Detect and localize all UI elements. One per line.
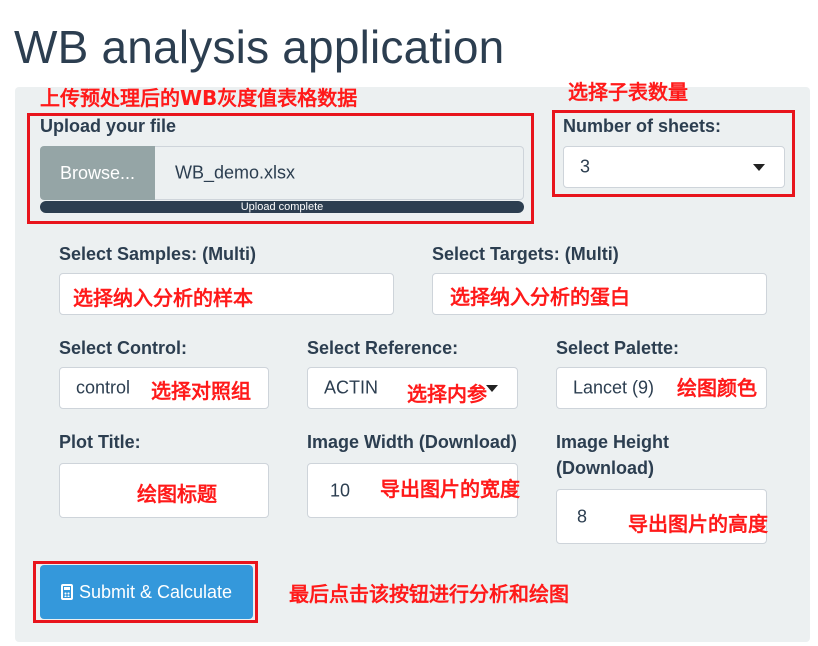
- plot-title-label: Plot Title:: [59, 432, 141, 452]
- sheets-annotation: 选择子表数量: [568, 80, 688, 104]
- upload-label: Upload your file: [40, 116, 177, 136]
- reference-label: Select Reference:: [307, 338, 459, 358]
- submit-calculate-button[interactable]: Submit & Calculate: [40, 565, 253, 619]
- control-label: Select Control:: [59, 338, 188, 358]
- reference-value: ACTIN: [324, 377, 378, 398]
- palette-value: Lancet (9): [573, 377, 655, 398]
- file-name-field: WB_demo.xlsx: [155, 146, 524, 200]
- chevron-down-icon: [753, 164, 765, 171]
- targets-annotation: 选择纳入分析的蛋白: [450, 285, 630, 309]
- chevron-down-icon: [486, 385, 498, 392]
- control-annotation: 选择对照组: [151, 379, 251, 403]
- submit-label: Submit & Calculate: [78, 581, 233, 602]
- sheets-select[interactable]: 3: [563, 146, 785, 188]
- samples-annotation: 选择纳入分析的样本: [73, 286, 253, 310]
- samples-label: Select Samples: (Multi): [59, 244, 257, 264]
- image-width-label: Image Width (Download): [307, 432, 517, 452]
- upload-annotation: 上传预处理后的WB灰度值表格数据: [40, 86, 358, 110]
- sheets-value: 3: [580, 156, 591, 177]
- palette-label: Select Palette:: [556, 338, 680, 358]
- file-name-text: WB_demo.xlsx: [175, 162, 296, 183]
- image-width-annotation: 导出图片的宽度: [380, 477, 520, 501]
- palette-annotation: 绘图颜色: [677, 376, 757, 400]
- sheets-label: Number of sheets:: [563, 116, 722, 136]
- reference-annotation: 选择内参: [407, 382, 487, 406]
- browse-button[interactable]: Browse...: [40, 146, 155, 200]
- calculator-icon: [60, 584, 73, 600]
- control-value: control: [76, 377, 131, 398]
- page-title: WB analysis application: [14, 21, 505, 73]
- image-width-value: 10: [330, 480, 351, 500]
- targets-label: Select Targets: (Multi): [432, 244, 619, 264]
- image-height-annotation: 导出图片的高度: [628, 512, 768, 536]
- submit-annotation: 最后点击该按钮进行分析和绘图: [289, 582, 569, 606]
- upload-progress-bar: Upload complete: [40, 201, 524, 213]
- plot-title-annotation: 绘图标题: [137, 482, 217, 506]
- image-height-label-line1: Image Height: [556, 432, 670, 452]
- image-height-value: 8: [577, 506, 588, 526]
- image-height-label-line2: (Download): [556, 458, 654, 478]
